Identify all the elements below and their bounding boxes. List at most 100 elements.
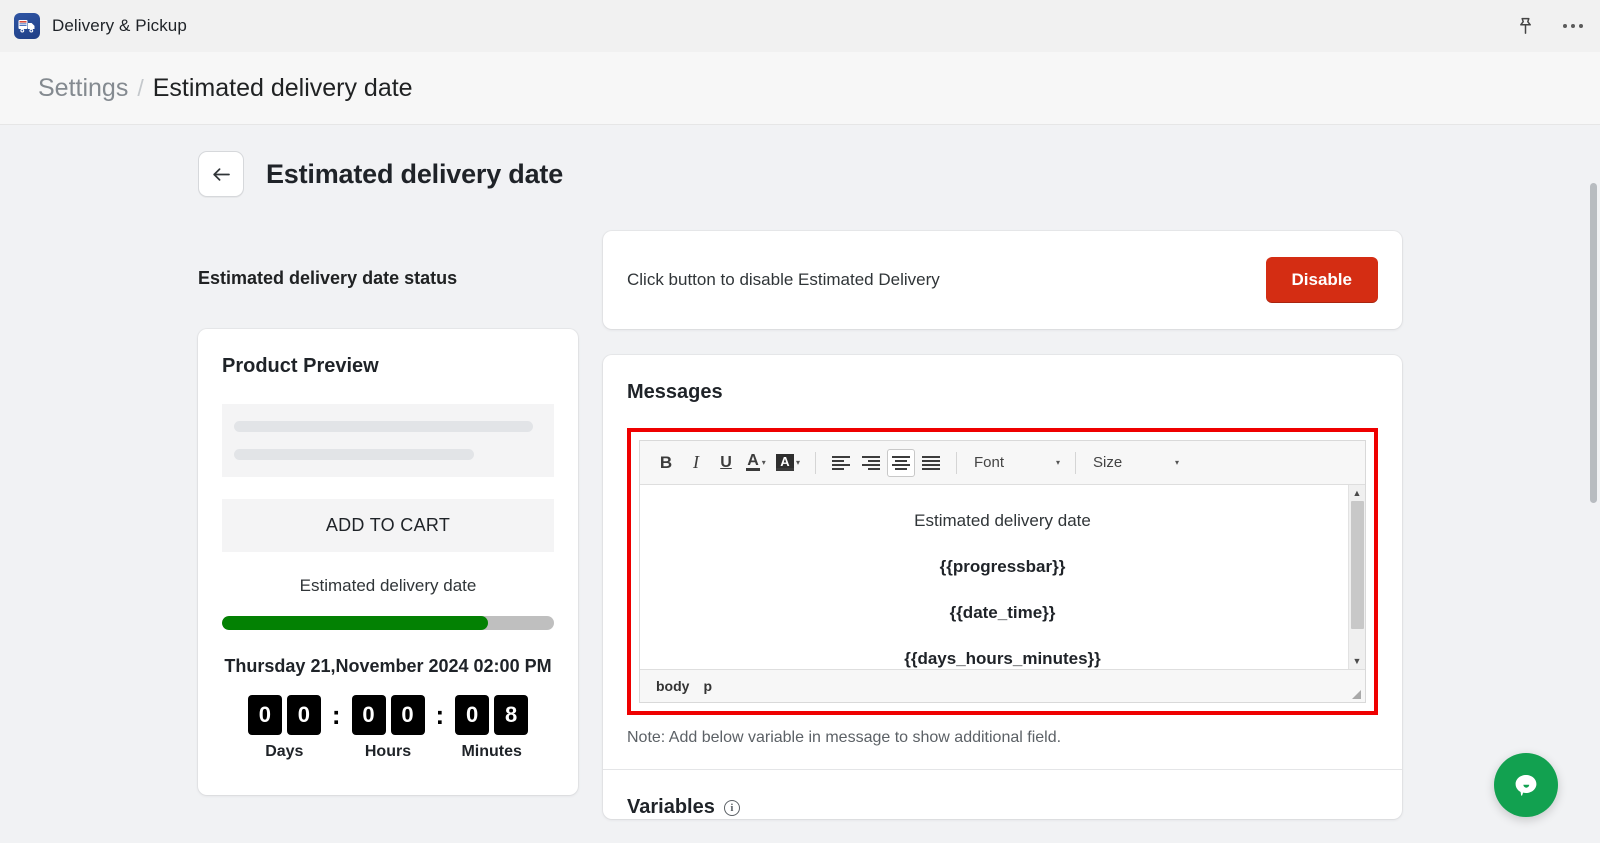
back-button[interactable] bbox=[198, 151, 244, 197]
breadcrumb-settings[interactable]: Settings bbox=[38, 74, 128, 103]
status-message: Click button to disable Estimated Delive… bbox=[627, 270, 940, 289]
toolbar-divider bbox=[1075, 451, 1077, 474]
chevron-down-icon: ▾ bbox=[1175, 457, 1180, 467]
countdown-timer: 0 0 Days:0 0 Hours:0 8 Minutes bbox=[222, 695, 554, 761]
align-justify-icon bbox=[922, 455, 941, 470]
rich-text-editor: B I U A ▾ A ▾ Font ▾ Size ▾ Estimated de… bbox=[639, 440, 1366, 703]
preview-delivery-date: Thursday 21,November 2024 02:00 PM bbox=[224, 656, 552, 677]
align-justify-button[interactable] bbox=[917, 449, 945, 477]
more-ellipsis-icon[interactable] bbox=[1560, 13, 1586, 39]
chevron-down-icon: ▾ bbox=[1056, 457, 1061, 467]
messages-note: Note: Add below variable in message to s… bbox=[627, 729, 1062, 746]
countdown-digit: 0 bbox=[286, 695, 321, 736]
page-scrollbar-thumb[interactable] bbox=[1590, 183, 1597, 503]
editor-content[interactable]: Estimated delivery date {{progressbar}} {{… bbox=[640, 485, 1365, 669]
breadcrumb-separator: / bbox=[137, 74, 144, 101]
align-left-button[interactable] bbox=[827, 449, 855, 477]
editor-body[interactable]: Estimated delivery date {{progressbar}} {{… bbox=[640, 485, 1365, 669]
font-color-button[interactable]: A ▾ bbox=[742, 449, 770, 477]
background-color-button[interactable]: A ▾ bbox=[772, 449, 804, 477]
chevron-down-icon: ▾ bbox=[796, 457, 801, 467]
pin-icon[interactable] bbox=[1512, 13, 1538, 39]
editor-status-bar: body p bbox=[640, 669, 1365, 702]
underline-button[interactable]: U bbox=[712, 449, 740, 477]
editor-scrollbar[interactable]: ▲ ▼ bbox=[1348, 485, 1365, 669]
page-body: Estimated delivery date Estimated delive… bbox=[0, 125, 1600, 842]
chat-bubble-icon bbox=[1515, 775, 1537, 796]
align-center-icon bbox=[892, 455, 911, 470]
right-column: Click button to disable Estimated Delive… bbox=[603, 231, 1402, 819]
delivery-progress-fill bbox=[222, 616, 488, 631]
chat-widget-button[interactable] bbox=[1494, 753, 1558, 817]
product-image-placeholder bbox=[222, 404, 554, 478]
align-center-button[interactable] bbox=[887, 448, 916, 477]
skeleton-line bbox=[234, 449, 475, 461]
editor-line[interactable]: Estimated delivery date bbox=[680, 511, 1325, 531]
scroll-down-arrow-icon[interactable]: ▼ bbox=[1353, 653, 1362, 669]
skeleton-line bbox=[234, 421, 533, 433]
scrollbar-thumb[interactable] bbox=[1350, 501, 1364, 629]
countdown-digit: 0 bbox=[351, 695, 386, 736]
chevron-down-icon: ▾ bbox=[761, 457, 766, 467]
toolbar-divider bbox=[815, 451, 817, 474]
editor-line[interactable]: {{progressbar}} bbox=[680, 557, 1325, 577]
breadcrumb-current: Estimated delivery date bbox=[152, 73, 413, 102]
countdown-label: Minutes bbox=[461, 743, 522, 761]
arrow-left-icon bbox=[212, 167, 230, 181]
status-card: Click button to disable Estimated Delive… bbox=[603, 231, 1402, 329]
delivery-truck-icon bbox=[14, 13, 40, 39]
align-right-button[interactable] bbox=[857, 449, 885, 477]
countdown-colon: : bbox=[435, 700, 445, 731]
variables-section-header: Variables i bbox=[627, 770, 1378, 819]
editor-highlight-frame: B I U A ▾ A ▾ Font ▾ Size ▾ Estimated de… bbox=[627, 428, 1378, 715]
variables-title: Variables bbox=[627, 796, 715, 818]
toolbar-divider bbox=[956, 451, 958, 474]
editor-path-body[interactable]: body bbox=[656, 678, 689, 694]
editor-toolbar: B I U A ▾ A ▾ Font ▾ Size ▾ bbox=[640, 441, 1365, 485]
background-color-icon: A bbox=[776, 454, 794, 471]
countdown-digit: 8 bbox=[494, 695, 529, 736]
font-family-select[interactable]: Font ▾ bbox=[968, 448, 1064, 478]
messages-card: Messages B I U A ▾ A ▾ Font ▾ Size ▾ Est… bbox=[603, 355, 1402, 819]
page-scrollbar[interactable] bbox=[1590, 125, 1597, 842]
editor-line[interactable]: {{date_time}} bbox=[680, 603, 1325, 623]
countdown-label: Days bbox=[265, 743, 304, 761]
product-preview-title: Product Preview bbox=[222, 355, 379, 378]
countdown-digits: 00 bbox=[247, 695, 321, 736]
product-preview-card: Product Preview ADD TO CART Estimated de… bbox=[198, 329, 578, 796]
editor-resize-handle[interactable] bbox=[1352, 690, 1361, 699]
editor-path-p[interactable]: p bbox=[703, 678, 712, 694]
countdown-digit: 0 bbox=[247, 695, 282, 736]
countdown-group-minutes: 0 8 Minutes bbox=[455, 695, 529, 761]
countdown-digit: 0 bbox=[390, 695, 425, 736]
status-section-label: Estimated delivery date status bbox=[198, 268, 458, 288]
left-column: Estimated delivery date status Product P… bbox=[198, 231, 578, 796]
page-title: Estimated delivery date bbox=[266, 158, 564, 189]
bold-button[interactable]: B bbox=[652, 449, 680, 477]
scroll-up-arrow-icon[interactable]: ▲ bbox=[1353, 485, 1362, 501]
app-title: Delivery & Pickup bbox=[52, 16, 187, 35]
app-header-actions bbox=[1512, 0, 1586, 52]
countdown-digits: 08 bbox=[455, 695, 529, 736]
countdown-group-hours: 0 0 Hours bbox=[351, 695, 425, 761]
breadcrumb: Settings / Estimated delivery date bbox=[0, 52, 1600, 125]
delivery-progress-bar bbox=[222, 616, 554, 631]
disable-button[interactable]: Disable bbox=[1265, 257, 1378, 303]
countdown-digits: 00 bbox=[351, 695, 425, 736]
countdown-digit: 0 bbox=[455, 695, 490, 736]
countdown-colon: : bbox=[331, 700, 341, 731]
font-family-value: Font bbox=[974, 454, 1005, 471]
countdown-group-days: 0 0 Days bbox=[247, 695, 321, 761]
preview-edd-label: Estimated delivery date bbox=[299, 576, 477, 596]
countdown-label: Hours bbox=[364, 743, 412, 761]
editor-line[interactable]: {{days_hours_minutes}} bbox=[680, 649, 1325, 669]
align-right-icon bbox=[862, 455, 881, 470]
font-color-icon: A bbox=[746, 452, 760, 471]
page-header: Estimated delivery date bbox=[0, 151, 1600, 197]
info-icon[interactable]: i bbox=[723, 799, 740, 816]
add-to-cart-button[interactable]: ADD TO CART bbox=[222, 499, 554, 553]
font-size-select[interactable]: Size ▾ bbox=[1087, 448, 1183, 478]
italic-button[interactable]: I bbox=[682, 449, 710, 477]
align-left-icon bbox=[832, 455, 851, 470]
messages-title: Messages bbox=[627, 381, 723, 403]
